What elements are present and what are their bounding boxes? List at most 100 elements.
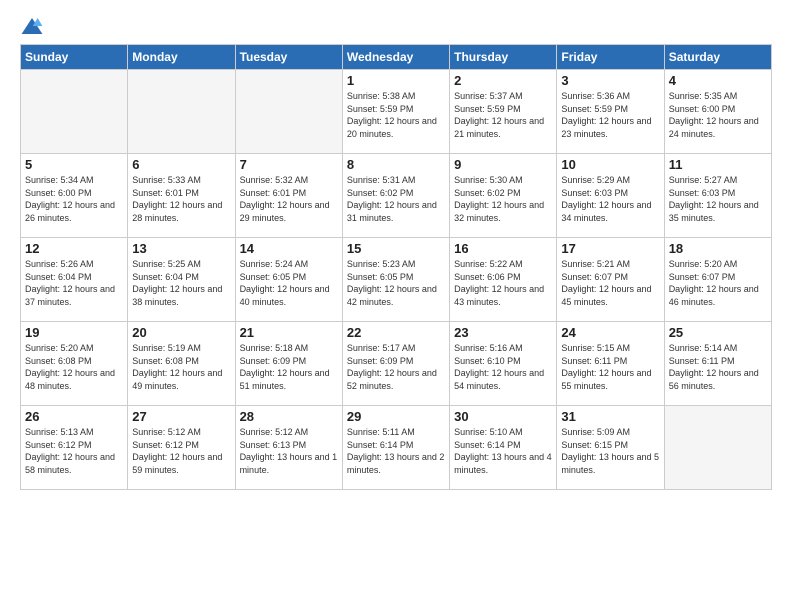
day-info: Sunrise: 5:27 AM Sunset: 6:03 PM Dayligh… [669, 174, 767, 224]
calendar-cell: 9 Sunrise: 5:30 AM Sunset: 6:02 PM Daylig… [450, 154, 557, 238]
calendar-header-thursday: Thursday [450, 45, 557, 70]
day-number: 13 [132, 241, 230, 256]
day-info: Sunrise: 5:34 AM Sunset: 6:00 PM Dayligh… [25, 174, 123, 224]
calendar-header-saturday: Saturday [664, 45, 771, 70]
day-info: Sunrise: 5:10 AM Sunset: 6:14 PM Dayligh… [454, 426, 552, 476]
day-info: Sunrise: 5:23 AM Sunset: 6:05 PM Dayligh… [347, 258, 445, 308]
calendar-cell [21, 70, 128, 154]
day-number: 15 [347, 241, 445, 256]
calendar-cell: 16 Sunrise: 5:22 AM Sunset: 6:06 PM Dayli… [450, 238, 557, 322]
day-info: Sunrise: 5:25 AM Sunset: 6:04 PM Dayligh… [132, 258, 230, 308]
calendar-table: SundayMondayTuesdayWednesdayThursdayFrid… [20, 44, 772, 490]
calendar-cell: 22 Sunrise: 5:17 AM Sunset: 6:09 PM Dayli… [342, 322, 449, 406]
day-info: Sunrise: 5:33 AM Sunset: 6:01 PM Dayligh… [132, 174, 230, 224]
day-info: Sunrise: 5:17 AM Sunset: 6:09 PM Dayligh… [347, 342, 445, 392]
calendar-week-row: 1 Sunrise: 5:38 AM Sunset: 5:59 PM Daylig… [21, 70, 772, 154]
day-info: Sunrise: 5:20 AM Sunset: 6:08 PM Dayligh… [25, 342, 123, 392]
calendar-cell: 17 Sunrise: 5:21 AM Sunset: 6:07 PM Dayli… [557, 238, 664, 322]
day-number: 3 [561, 73, 659, 88]
day-info: Sunrise: 5:16 AM Sunset: 6:10 PM Dayligh… [454, 342, 552, 392]
calendar-cell: 4 Sunrise: 5:35 AM Sunset: 6:00 PM Daylig… [664, 70, 771, 154]
day-number: 25 [669, 325, 767, 340]
day-info: Sunrise: 5:24 AM Sunset: 6:05 PM Dayligh… [240, 258, 338, 308]
calendar-cell [235, 70, 342, 154]
logo [20, 16, 46, 36]
day-info: Sunrise: 5:22 AM Sunset: 6:06 PM Dayligh… [454, 258, 552, 308]
day-number: 5 [25, 157, 123, 172]
day-number: 14 [240, 241, 338, 256]
day-number: 27 [132, 409, 230, 424]
calendar-cell: 11Sunrise: 5:27 AM Sunset: 6:03 PM Dayli… [664, 154, 771, 238]
day-info: Sunrise: 5:29 AM Sunset: 6:03 PM Dayligh… [561, 174, 659, 224]
calendar-week-row: 19Sunrise: 5:20 AM Sunset: 6:08 PM Dayli… [21, 322, 772, 406]
day-number: 29 [347, 409, 445, 424]
calendar-cell [664, 406, 771, 490]
day-number: 16 [454, 241, 552, 256]
calendar-cell: 28 Sunrise: 5:12 AM Sunset: 6:13 PM Dayli… [235, 406, 342, 490]
calendar-cell: 8 Sunrise: 5:31 AM Sunset: 6:02 PM Daylig… [342, 154, 449, 238]
day-info: Sunrise: 5:36 AM Sunset: 5:59 PM Dayligh… [561, 90, 659, 140]
calendar-week-row: 12 Sunrise: 5:26 AM Sunset: 6:04 PM Dayli… [21, 238, 772, 322]
calendar-cell: 1 Sunrise: 5:38 AM Sunset: 5:59 PM Daylig… [342, 70, 449, 154]
day-info: Sunrise: 5:26 AM Sunset: 6:04 PM Dayligh… [25, 258, 123, 308]
calendar-cell: 19Sunrise: 5:20 AM Sunset: 6:08 PM Dayli… [21, 322, 128, 406]
day-number: 31 [561, 409, 659, 424]
day-number: 22 [347, 325, 445, 340]
calendar-header-wednesday: Wednesday [342, 45, 449, 70]
logo-icon [20, 16, 44, 36]
day-info: Sunrise: 5:30 AM Sunset: 6:02 PM Dayligh… [454, 174, 552, 224]
day-info: Sunrise: 5:32 AM Sunset: 6:01 PM Dayligh… [240, 174, 338, 224]
header [20, 16, 772, 36]
day-info: Sunrise: 5:15 AM Sunset: 6:11 PM Dayligh… [561, 342, 659, 392]
calendar-cell: 18 Sunrise: 5:20 AM Sunset: 6:07 PM Dayli… [664, 238, 771, 322]
calendar-cell: 29 Sunrise: 5:11 AM Sunset: 6:14 PM Dayli… [342, 406, 449, 490]
day-number: 1 [347, 73, 445, 88]
calendar-header-sunday: Sunday [21, 45, 128, 70]
day-info: Sunrise: 5:09 AM Sunset: 6:15 PM Dayligh… [561, 426, 659, 476]
day-info: Sunrise: 5:14 AM Sunset: 6:11 PM Dayligh… [669, 342, 767, 392]
day-number: 17 [561, 241, 659, 256]
day-number: 20 [132, 325, 230, 340]
calendar-cell: 24 Sunrise: 5:15 AM Sunset: 6:11 PM Dayli… [557, 322, 664, 406]
day-number: 8 [347, 157, 445, 172]
day-number: 10 [561, 157, 659, 172]
calendar-cell: 7 Sunrise: 5:32 AM Sunset: 6:01 PM Daylig… [235, 154, 342, 238]
calendar-cell: 10 Sunrise: 5:29 AM Sunset: 6:03 PM Dayli… [557, 154, 664, 238]
day-number: 24 [561, 325, 659, 340]
day-number: 23 [454, 325, 552, 340]
calendar-cell: 5 Sunrise: 5:34 AM Sunset: 6:00 PM Daylig… [21, 154, 128, 238]
calendar-cell: 31 Sunrise: 5:09 AM Sunset: 6:15 PM Dayli… [557, 406, 664, 490]
calendar-cell: 27 Sunrise: 5:12 AM Sunset: 6:12 PM Dayli… [128, 406, 235, 490]
day-number: 7 [240, 157, 338, 172]
day-number: 18 [669, 241, 767, 256]
day-number: 12 [25, 241, 123, 256]
calendar-cell: 21Sunrise: 5:18 AM Sunset: 6:09 PM Dayli… [235, 322, 342, 406]
calendar-header-monday: Monday [128, 45, 235, 70]
day-info: Sunrise: 5:31 AM Sunset: 6:02 PM Dayligh… [347, 174, 445, 224]
day-number: 4 [669, 73, 767, 88]
page: SundayMondayTuesdayWednesdayThursdayFrid… [0, 0, 792, 612]
day-info: Sunrise: 5:38 AM Sunset: 5:59 PM Dayligh… [347, 90, 445, 140]
day-info: Sunrise: 5:20 AM Sunset: 6:07 PM Dayligh… [669, 258, 767, 308]
day-info: Sunrise: 5:11 AM Sunset: 6:14 PM Dayligh… [347, 426, 445, 476]
calendar-cell: 26Sunrise: 5:13 AM Sunset: 6:12 PM Dayli… [21, 406, 128, 490]
calendar-cell: 23 Sunrise: 5:16 AM Sunset: 6:10 PM Dayli… [450, 322, 557, 406]
calendar-cell: 15 Sunrise: 5:23 AM Sunset: 6:05 PM Dayli… [342, 238, 449, 322]
day-info: Sunrise: 5:12 AM Sunset: 6:13 PM Dayligh… [240, 426, 338, 476]
calendar-cell: 25 Sunrise: 5:14 AM Sunset: 6:11 PM Dayli… [664, 322, 771, 406]
day-number: 2 [454, 73, 552, 88]
day-info: Sunrise: 5:18 AM Sunset: 6:09 PM Dayligh… [240, 342, 338, 392]
day-info: Sunrise: 5:21 AM Sunset: 6:07 PM Dayligh… [561, 258, 659, 308]
calendar-cell: 6 Sunrise: 5:33 AM Sunset: 6:01 PM Daylig… [128, 154, 235, 238]
calendar-cell: 3 Sunrise: 5:36 AM Sunset: 5:59 PM Daylig… [557, 70, 664, 154]
day-info: Sunrise: 5:12 AM Sunset: 6:12 PM Dayligh… [132, 426, 230, 476]
day-info: Sunrise: 5:13 AM Sunset: 6:12 PM Dayligh… [25, 426, 123, 476]
day-number: 28 [240, 409, 338, 424]
calendar-header-tuesday: Tuesday [235, 45, 342, 70]
day-number: 9 [454, 157, 552, 172]
day-info: Sunrise: 5:35 AM Sunset: 6:00 PM Dayligh… [669, 90, 767, 140]
day-info: Sunrise: 5:19 AM Sunset: 6:08 PM Dayligh… [132, 342, 230, 392]
day-number: 6 [132, 157, 230, 172]
calendar-cell: 12 Sunrise: 5:26 AM Sunset: 6:04 PM Dayli… [21, 238, 128, 322]
calendar-week-row: 5 Sunrise: 5:34 AM Sunset: 6:00 PM Daylig… [21, 154, 772, 238]
